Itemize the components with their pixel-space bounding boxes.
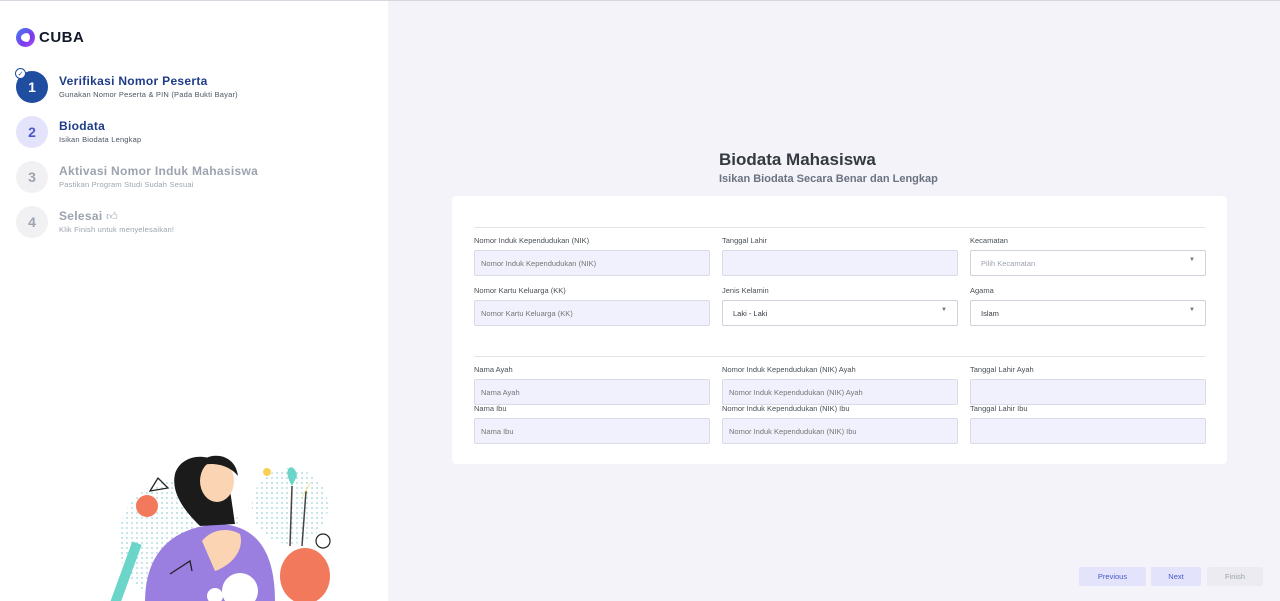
step-selesai[interactable]: 4 Selesai 👍︎ Klik Finish untuk menyelesa… — [16, 206, 174, 238]
kk-field-group: Nomor Kartu Keluarga (KK) — [474, 286, 710, 326]
step-verifikasi[interactable]: ✓ 1 Verifikasi Nomor Peserta Gunakan Nom… — [15, 68, 238, 103]
step-title: Biodata — [59, 119, 106, 133]
step-biodata[interactable]: 2 Biodata Isikan Biodata Lengkap — [16, 116, 141, 148]
nama-ibu-field-group: Nama Ibu — [474, 404, 710, 444]
step-subtitle: Gunakan Nomor Peserta & PIN (Pada Bukti … — [59, 90, 238, 99]
tgl-lahir-ibu-field-group: Tanggal Lahir Ibu — [970, 404, 1206, 444]
kecamatan-select[interactable]: Pilih Kecamatan ▼ — [970, 250, 1206, 276]
step-number: 2 — [28, 124, 36, 140]
previous-button[interactable]: Previous — [1079, 567, 1146, 586]
nama-ibu-label: Nama Ibu — [474, 404, 507, 413]
nik-field-group: Nomor Induk Kependudukan (NIK) — [474, 236, 710, 276]
next-button[interactable]: Next — [1151, 567, 1201, 586]
step-subtitle: Pastikan Program Studi Sudah Sesuai — [59, 180, 194, 189]
nik-ibu-label: Nomor Induk Kependudukan (NIK) Ibu — [722, 404, 850, 413]
jenis-kelamin-label: Jenis Kelamin — [722, 286, 769, 295]
step-number-badge: ✓ 1 — [15, 68, 48, 103]
finish-button[interactable]: Finish — [1207, 567, 1263, 586]
kk-label: Nomor Kartu Keluarga (KK) — [474, 286, 566, 295]
jenis-kelamin-selected-value: Laki - Laki — [733, 308, 768, 318]
nama-ayah-input[interactable] — [474, 379, 710, 405]
kecamatan-label: Kecamatan — [970, 236, 1008, 245]
step-title: Aktivasi Nomor Induk Mahasiswa — [59, 164, 259, 178]
caret-down-icon: ▼ — [941, 307, 947, 313]
tanggal-lahir-label: Tanggal Lahir — [722, 236, 768, 245]
brand-name: CUBA — [39, 29, 85, 46]
kecamatan-field-group: Kecamatan Pilih Kecamatan ▼ — [970, 236, 1206, 276]
step-title: Selesai 👍︎ — [59, 209, 174, 223]
jenis-kelamin-select[interactable]: Laki - Laki ▼ — [722, 300, 958, 326]
tanggal-lahir-field-group: Tanggal Lahir — [722, 236, 958, 276]
step-number-badge: 2 — [16, 116, 48, 148]
nama-ayah-field-group: Nama Ayah — [474, 365, 710, 405]
page-subtitle: Isikan Biodata Secara Benar dan Lengkap — [719, 173, 938, 185]
step-number-badge: 4 — [16, 206, 48, 238]
agama-field-group: Agama Islam ▼ — [970, 286, 1206, 326]
tanggal-lahir-input[interactable] — [722, 250, 958, 276]
nik-ibu-field-group: Nomor Induk Kependudukan (NIK) Ibu — [722, 404, 958, 444]
caret-down-icon: ▼ — [1189, 307, 1195, 313]
nik-input[interactable] — [474, 250, 710, 276]
step-number-badge: 3 — [16, 161, 48, 193]
jenis-kelamin-field-group: Jenis Kelamin Laki - Laki ▼ — [722, 286, 958, 326]
thumbs-up-icon: 👍︎ — [106, 211, 118, 223]
form-heading: Biodata Mahasiswa Isikan Biodata Secara … — [719, 150, 938, 185]
step-number: 3 — [28, 169, 36, 185]
wizard-sidebar: CUBA ✓ 1 Verifikasi Nomor Peserta Gunaka… — [0, 1, 388, 601]
step-number: 4 — [28, 214, 36, 230]
nik-label: Nomor Induk Kependudukan (NIK) — [474, 236, 590, 245]
kecamatan-selected-value: Pilih Kecamatan — [981, 258, 1036, 268]
agama-select[interactable]: Islam ▼ — [970, 300, 1206, 326]
section-divider — [474, 227, 1205, 228]
kk-input[interactable] — [474, 300, 710, 326]
step-number: 1 — [28, 79, 36, 95]
step-aktivasi[interactable]: 3 Aktivasi Nomor Induk Mahasiswa Pastika… — [16, 161, 258, 193]
nama-ayah-label: Nama Ayah — [474, 365, 513, 374]
nik-ayah-label: Nomor Induk Kependudukan (NIK) Ayah — [722, 365, 856, 374]
step-subtitle: Klik Finish untuk menyelesaikan! — [59, 225, 175, 234]
agama-label: Agama — [970, 286, 994, 295]
tgl-lahir-ayah-label: Tanggal Lahir Ayah — [970, 365, 1034, 374]
step-title: Verifikasi Nomor Peserta — [59, 74, 208, 88]
nik-ibu-input[interactable] — [722, 418, 958, 444]
section-divider — [474, 356, 1205, 357]
nik-ayah-input[interactable] — [722, 379, 958, 405]
agama-selected-value: Islam — [981, 308, 999, 318]
biodata-form-card: Nomor Induk Kependudukan (NIK) Tanggal L… — [452, 196, 1227, 464]
nama-ibu-input[interactable] — [474, 418, 710, 444]
page-title: Biodata Mahasiswa — [719, 150, 876, 169]
brand-logo-icon — [16, 28, 35, 47]
step-subtitle: Isikan Biodata Lengkap — [59, 135, 142, 144]
check-icon: ✓ — [15, 68, 26, 79]
woman-illustration — [110, 455, 331, 601]
step-title-text: Selesai — [59, 209, 103, 223]
tgl-lahir-ibu-input[interactable] — [970, 418, 1206, 444]
tgl-lahir-ayah-input[interactable] — [970, 379, 1206, 405]
caret-down-icon: ▼ — [1189, 257, 1195, 263]
brand-logo[interactable]: CUBA — [16, 28, 84, 47]
tgl-lahir-ibu-label: Tanggal Lahir Ibu — [970, 404, 1028, 413]
tgl-lahir-ayah-field-group: Tanggal Lahir Ayah — [970, 365, 1206, 405]
nik-ayah-field-group: Nomor Induk Kependudukan (NIK) Ayah — [722, 365, 958, 405]
